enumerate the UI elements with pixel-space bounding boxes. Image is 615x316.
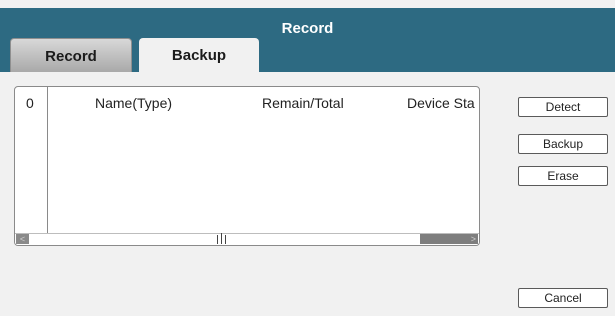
column-header-index[interactable]: 0 xyxy=(26,95,34,111)
tab-record[interactable]: Record xyxy=(10,38,132,72)
device-table[interactable]: 0 Name(Type) Remain/Total Device Sta < > xyxy=(14,86,480,246)
record-window: Record Record Backup 0 Name(Type) Remain… xyxy=(0,0,615,316)
cancel-button[interactable]: Cancel xyxy=(518,288,608,308)
column-divider xyxy=(47,87,48,233)
column-header-remain-total[interactable]: Remain/Total xyxy=(262,95,344,111)
column-header-device-status[interactable]: Device Sta xyxy=(407,95,475,111)
horizontal-scrollbar[interactable]: < > xyxy=(15,233,479,245)
scroll-grip-icon xyxy=(215,233,227,244)
detect-button[interactable]: Detect xyxy=(518,97,608,117)
column-header-name[interactable]: Name(Type) xyxy=(95,95,172,111)
scroll-thumb[interactable]: > xyxy=(420,234,478,244)
tab-backup[interactable]: Backup xyxy=(139,38,259,73)
scroll-right-arrow-icon[interactable]: > xyxy=(471,234,476,244)
erase-button[interactable]: Erase xyxy=(518,166,608,186)
backup-button[interactable]: Backup xyxy=(518,134,608,154)
scroll-left-arrow-icon[interactable]: < xyxy=(16,234,29,244)
